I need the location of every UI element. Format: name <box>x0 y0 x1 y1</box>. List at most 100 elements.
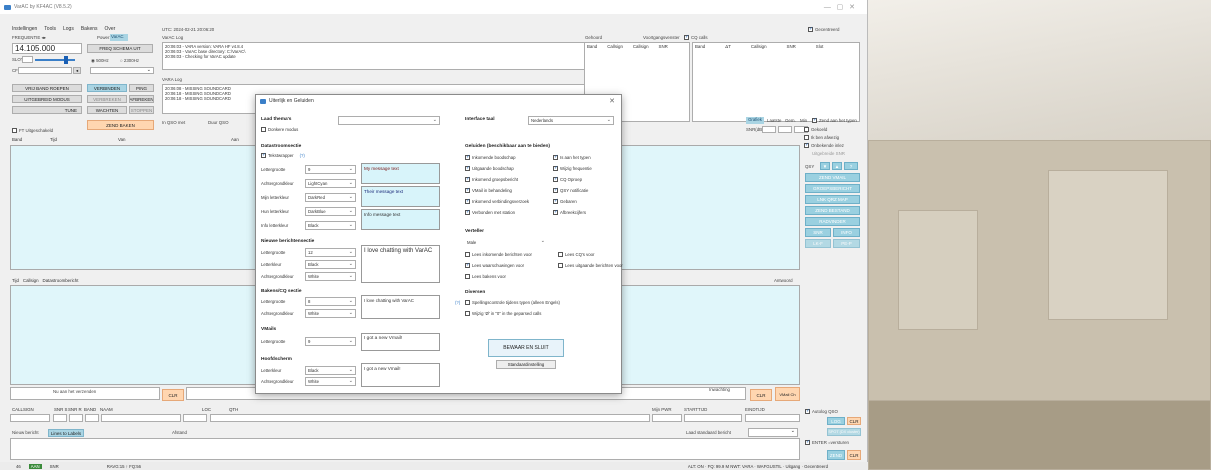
tune-button[interactable]: TUNE <box>12 106 82 114</box>
zend-baken-button[interactable]: ZEND BAKEN <box>87 120 154 130</box>
tekstwrapper-checkbox[interactable]: Tekstwrapper (?) <box>261 152 305 158</box>
verteller-checkbox[interactable]: Lees waarschuwingen voor <box>465 262 524 268</box>
wachten-button[interactable]: WACHTEN <box>87 106 127 114</box>
log-button[interactable]: LOG <box>827 417 845 425</box>
standaardinstelling-button[interactable]: Standaardinstelling <box>496 360 556 369</box>
cq-list[interactable]: Band ΔT Callsign SNR Slot <box>692 42 860 122</box>
sound-checkbox[interactable]: QSY notificatie <box>553 187 588 193</box>
sound-checkbox[interactable]: Inkomende boodschap <box>465 154 515 160</box>
close-icon[interactable]: ✕ <box>609 97 615 105</box>
tab-grafiek[interactable]: Grafiek <box>746 117 764 124</box>
bk-lettergrootte-dropdown[interactable]: 8 ⌄ <box>305 297 356 306</box>
sound-checkbox[interactable]: Wijzig frequentie <box>553 165 592 171</box>
afbreken-button[interactable]: AFBREKEN <box>129 95 154 103</box>
sound-checkbox[interactable]: Verbonden met station <box>465 209 515 215</box>
callsign-input[interactable] <box>10 414 50 422</box>
vm-lettergrootte-dropdown[interactable]: 9 ⌄ <box>305 337 356 346</box>
zend-bestand-button[interactable]: ZEND BESTAND <box>805 206 860 215</box>
sound-checkbox[interactable]: Is aan het typen <box>553 154 591 160</box>
menu-logs[interactable]: Logs <box>63 26 74 32</box>
sound-checkbox[interactable]: Inkomend verbindingsverzoek <box>465 198 529 204</box>
hs-achtergrond-dropdown[interactable]: White ⌄ <box>305 377 356 386</box>
sound-checkbox[interactable]: Gebaren <box>553 198 577 204</box>
ft-checkbox[interactable]: FT Uitgeschakeld <box>12 128 53 134</box>
varac-log-box[interactable]: 20:06:03 - VARA version: VARA HF v4.8.4 … <box>162 42 587 70</box>
standaard-bericht-dropdown[interactable]: ⌄ <box>748 428 798 437</box>
qsy-info-button[interactable]: ? <box>844 162 858 170</box>
vmail-queue-button[interactable]: VMail Ch <box>775 387 800 401</box>
eindtijd-input[interactable] <box>745 414 800 422</box>
cf-dropdown[interactable]: ⌄ <box>90 67 154 74</box>
radvinder-button[interactable]: RADVINDER <box>805 217 860 226</box>
pep-button[interactable]: PE-P <box>833 239 860 248</box>
new-message-input[interactable] <box>10 438 800 460</box>
onbekende-checkbox[interactable]: Onbekende inlez <box>804 142 844 149</box>
cf-input[interactable] <box>18 67 72 74</box>
spot-button[interactable]: SPOT (DX cluster) <box>827 428 861 436</box>
uitgebreid-modus-button[interactable]: UITGEBREID MODUS <box>12 95 82 103</box>
hun-letterkleur-dropdown[interactable]: DarkBlue ⌄ <box>305 207 356 216</box>
zend-aan-checkbox[interactable]: Zend aan het typen <box>812 117 857 124</box>
zend-vmail-button[interactable]: ZEND VMAIL <box>805 173 860 182</box>
donkere-modus-checkbox[interactable]: Donkere modus <box>261 127 298 132</box>
bewaar-en-sluit-button[interactable]: BEWAAR EN SLUIT <box>488 339 564 357</box>
clr-zend-button[interactable]: CLR <box>847 450 861 460</box>
vrij-band-roepen-button[interactable]: VRIJ BAND ROEPEN <box>12 84 82 92</box>
voortgang-checkbox[interactable]: CQ calls <box>684 34 708 41</box>
themas-dropdown[interactable]: ⌄ <box>338 116 440 125</box>
hs-letterkleur-dropdown[interactable]: Black ⌄ <box>305 366 356 375</box>
info-button[interactable]: INFO <box>833 228 860 237</box>
stoppen-button[interactable]: STOPPEN <box>129 106 154 114</box>
sound-checkbox[interactable]: Inkomend groepsbericht <box>465 176 518 182</box>
enter-versturen-checkbox[interactable]: ENTER =versturen <box>805 439 849 446</box>
menu-bakens[interactable]: Bakens <box>81 26 98 32</box>
verteller-checkbox[interactable]: Lees inkomende berichten voor <box>465 252 532 257</box>
menu-tools[interactable]: Tools <box>44 26 56 32</box>
naam-input[interactable] <box>101 414 181 422</box>
spelling-checkbox[interactable]: Spellingscontrole tijdens typen (alleen … <box>465 300 560 305</box>
slot-slider-handle[interactable] <box>64 56 68 64</box>
sound-checkbox[interactable]: CQ Oproep <box>553 176 582 182</box>
gecentreerd-checkbox[interactable]: Gecentreerd <box>808 26 839 33</box>
qth-input[interactable] <box>210 414 650 422</box>
snr-s-input[interactable] <box>53 414 67 422</box>
qsy-down-button[interactable]: ▼ <box>820 162 830 170</box>
verbreken-button[interactable]: VERBREKEN <box>87 95 127 103</box>
clr-send-button[interactable]: CLR <box>162 389 184 401</box>
diversen-info-icon[interactable]: (?) <box>455 300 460 305</box>
clr-log-button[interactable]: CLR <box>847 417 861 425</box>
bk-achtergrond-dropdown[interactable]: White ⌄ <box>305 309 356 318</box>
afwezig-checkbox[interactable]: Ik ben afwezig <box>804 135 839 141</box>
zend-button[interactable]: ZEND <box>827 450 845 460</box>
mijn-letterkleur-dropdown[interactable]: DarkRed ⌄ <box>305 193 356 202</box>
verteller-dropdown[interactable]: Male ⌄ <box>465 238 547 247</box>
radio-500hz[interactable]: ◉ 500Hz <box>91 58 109 64</box>
ds-achtergrond-dropdown[interactable]: LightCyan ⌄ <box>305 179 356 188</box>
freq-schema-button[interactable]: FREQ SCHEMA UIT <box>87 44 153 53</box>
power-value[interactable]: VarAC <box>110 34 128 41</box>
lines-to-labels-button[interactable]: Lines to Labels <box>48 429 84 437</box>
slot-slider[interactable] <box>35 59 75 61</box>
wijzig-checkbox[interactable]: Wijzig 'Ø' in "0" in the geparsed calls <box>465 311 541 316</box>
cf-set-button[interactable]: ◂ <box>73 67 81 74</box>
nb-achtergrond-dropdown[interactable]: White ⌄ <box>305 272 356 281</box>
taal-dropdown[interactable]: Nederlands ⌄ <box>528 116 614 125</box>
qrz-map-button[interactable]: LNK QRZ MAP <box>805 195 860 204</box>
tekstwrapper-info-icon[interactable]: (?) <box>300 153 305 158</box>
qsy-up-button[interactable]: ▲ <box>832 162 842 170</box>
ds-lettergrootte-dropdown[interactable]: 9 ⌄ <box>305 165 356 174</box>
lkf-button[interactable]: LK-F <box>805 239 831 248</box>
starttijd-input[interactable] <box>684 414 742 422</box>
sound-checkbox[interactable]: Uitgaande boodschap <box>465 165 514 171</box>
clr-queue-button[interactable]: CLR <box>750 389 772 401</box>
autolog-checkbox[interactable]: Autolog QSO <box>805 408 838 415</box>
verteller-checkbox[interactable]: Lees CQ's voor <box>558 252 594 257</box>
verbinden-button[interactable]: VERBINDEN <box>87 84 127 92</box>
info-letterkleur-dropdown[interactable]: Black ⌄ <box>305 221 356 230</box>
snr-button[interactable]: SNR <box>805 228 831 237</box>
frequency-input[interactable]: 14.105.000 <box>12 43 82 54</box>
sound-checkbox[interactable]: Afbreekcijfers <box>553 209 586 215</box>
groepsbericht-button[interactable]: GROEPSBERICHT <box>805 184 860 193</box>
loc-input[interactable] <box>183 414 207 422</box>
window-controls[interactable]: — ▢ ✕ <box>824 3 855 11</box>
